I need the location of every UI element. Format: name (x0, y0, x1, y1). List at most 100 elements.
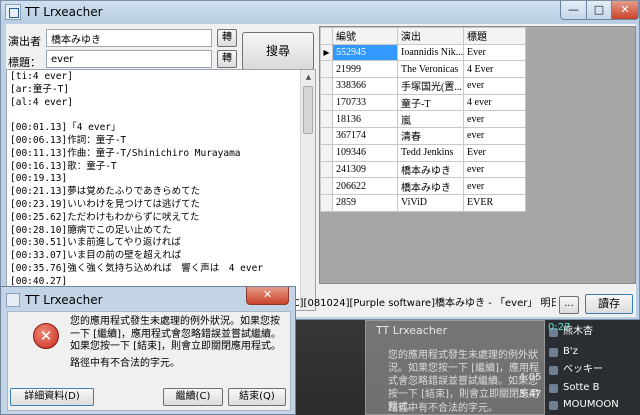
cell-artist[interactable]: 手塚国光(置... (397, 77, 464, 95)
window-title: TT Lrxeacher (25, 5, 103, 19)
cell-number[interactable]: 18136 (332, 110, 398, 129)
artist-icon (549, 384, 558, 393)
dialog-body: ✕ 您的應用程式發生未處理的例外狀況。如果您按一下 [繼續]，應用程式會忽略錯誤… (7, 311, 291, 411)
row-selector[interactable]: ▶ (320, 43, 333, 62)
row-selector[interactable] (320, 193, 333, 212)
cell-number[interactable]: 552945 (332, 43, 398, 62)
error-dialog: TT Lrxeacher ✕ ✕ 您的應用程式發生未處理的例外狀況。如果您按一下… (0, 286, 296, 415)
row-selector[interactable] (320, 177, 333, 195)
artist-icon (549, 366, 558, 375)
cell-number[interactable]: 338366 (332, 77, 398, 95)
cell-artist[interactable]: 清春 (397, 127, 464, 145)
row-selector[interactable] (320, 160, 333, 179)
table-row[interactable]: 18136 嵐 ever (320, 110, 526, 129)
column-header-artist[interactable]: 演出 (397, 27, 464, 45)
lyrics-textarea[interactable]: [ti:4 ever] [ar:童子-T] [al:4 ever] [00:01… (6, 69, 316, 311)
maximize-button[interactable]: □ (586, 1, 612, 20)
background-time: 4:05 (519, 372, 542, 383)
cell-title[interactable]: Ever (463, 143, 526, 162)
dialog-detail: 路徑中有不合法的字元。 (70, 358, 180, 369)
main-window: TT Lrxeacher — □ ✕ 演出者 轉 標題： 轉 搜尋 [ti:4 … (0, 0, 640, 320)
cell-number[interactable]: 2859 (332, 193, 398, 212)
row-selector[interactable] (320, 93, 333, 112)
artist-input[interactable] (46, 29, 212, 47)
artist-icon (549, 348, 558, 357)
browse-button[interactable]: ... (559, 296, 579, 314)
scroll-thumb[interactable] (303, 86, 313, 134)
cell-number[interactable]: 367174 (332, 127, 398, 145)
artist-icon (549, 401, 558, 410)
ghost-dialog-reflection: TT Lrxeacher 您的應用程式發生未處理的例外狀況。如果您按一下 [繼續… (365, 320, 545, 415)
app-icon (5, 4, 21, 20)
row-selector[interactable] (320, 77, 333, 95)
cell-title[interactable]: 4 ever (463, 93, 526, 112)
row-selector[interactable] (320, 110, 333, 129)
title-label: 標題： (8, 56, 41, 69)
scroll-up-icon[interactable]: ▲ (301, 70, 315, 85)
cell-title[interactable]: ever (463, 127, 526, 145)
background-time: 3:47 (519, 389, 542, 400)
table-row[interactable]: 2859 ViViD EVER (320, 193, 526, 212)
cell-title[interactable]: Ever (463, 43, 526, 62)
cell-title[interactable]: ever (463, 77, 526, 95)
dialog-app-icon (6, 293, 20, 307)
row-selector[interactable] (320, 143, 333, 162)
ghost-dialog-detail: 路徑中有不合法的字元。 (388, 403, 498, 414)
read-save-button[interactable]: 讀存 (585, 294, 633, 314)
table-row[interactable]: 367174 清春 ever (320, 127, 526, 145)
column-header-title[interactable]: 標題 (463, 27, 526, 45)
row-selector[interactable] (320, 127, 333, 145)
table-row[interactable]: 170733 童子-T 4 ever (320, 93, 526, 112)
cell-title[interactable]: EVER (463, 193, 526, 212)
background-list-item: B'z (545, 342, 640, 362)
background-list-item: ベッキー (545, 360, 640, 380)
cell-number[interactable]: 21999 (332, 60, 398, 79)
cell-artist[interactable]: 橋本みゆき (397, 177, 464, 195)
title-bar[interactable]: TT Lrxeacher — □ ✕ (1, 1, 639, 23)
row-selector[interactable] (320, 60, 333, 79)
artist-label: 演出者 (8, 35, 41, 48)
background-time: 0:27 (548, 322, 571, 333)
cell-number[interactable]: 170733 (332, 93, 398, 112)
table-row[interactable]: 21999 The Veronicas 4 Ever (320, 60, 526, 79)
quit-button[interactable]: 結束(Q) (228, 388, 286, 406)
cell-artist[interactable]: Ioannidis Nik... (397, 43, 464, 62)
cell-artist[interactable]: ViViD (397, 193, 464, 212)
cell-title[interactable]: ever (463, 160, 526, 179)
cell-artist[interactable]: 童子-T (397, 93, 464, 112)
artist-convert-button[interactable]: 轉 (217, 29, 237, 47)
table-row[interactable]: 241309 橋本みゆき ever (320, 160, 526, 179)
table-row[interactable]: 338366 手塚国光(置... ever (320, 77, 526, 95)
error-icon: ✕ (33, 323, 59, 349)
search-button[interactable]: 搜尋 (242, 32, 314, 70)
results-grid[interactable]: 編號 演出 標題 ▶ 552945 Ioannidis Nik... Ever 2199… (319, 26, 636, 284)
cell-artist[interactable]: The Veronicas (397, 60, 464, 79)
cell-artist[interactable]: 嵐 (397, 110, 464, 129)
cell-title[interactable]: ever (463, 110, 526, 129)
cell-artist[interactable]: 橋本みゆき (397, 160, 464, 179)
cell-title[interactable]: 4 Ever (463, 60, 526, 79)
continue-button[interactable]: 繼續(C) (163, 388, 223, 406)
table-row[interactable]: ▶ 552945 Ioannidis Nik... Ever (320, 43, 526, 62)
dialog-message: 您的應用程式發生未處理的例外狀況。如果您按一下 [繼續]，應用程式會忽略錯誤並嘗… (70, 316, 281, 352)
minimize-button[interactable]: — (560, 1, 587, 20)
table-row[interactable]: 109346 Tedd Jenkins Ever (320, 143, 526, 162)
row-header-corner (320, 27, 333, 45)
cell-title[interactable]: ever (463, 177, 526, 195)
cell-artist[interactable]: Tedd Jenkins (397, 143, 464, 162)
lyrics-text: [ti:4 ever] [ar:童子-T] [al:4 ever] [00:01… (10, 71, 264, 287)
dialog-close-button[interactable]: ✕ (246, 287, 289, 305)
table-row[interactable]: 206622 橋本みゆき ever (320, 177, 526, 195)
dialog-title: TT Lrxeacher (25, 293, 103, 307)
background-list-item: MOUMOON (545, 395, 640, 415)
lyrics-scrollbar[interactable]: ▲ (300, 70, 315, 310)
details-button[interactable]: 詳細資料(D) (10, 388, 94, 406)
cell-number[interactable]: 241309 (332, 160, 398, 179)
ghost-dialog-title: TT Lrxeacher (376, 324, 448, 337)
title-convert-button[interactable]: 轉 (217, 50, 237, 68)
column-header-number[interactable]: 編號 (332, 27, 398, 45)
close-button[interactable]: ✕ (611, 1, 639, 20)
cell-number[interactable]: 109346 (332, 143, 398, 162)
title-input[interactable] (46, 50, 212, 68)
cell-number[interactable]: 206622 (332, 177, 398, 195)
